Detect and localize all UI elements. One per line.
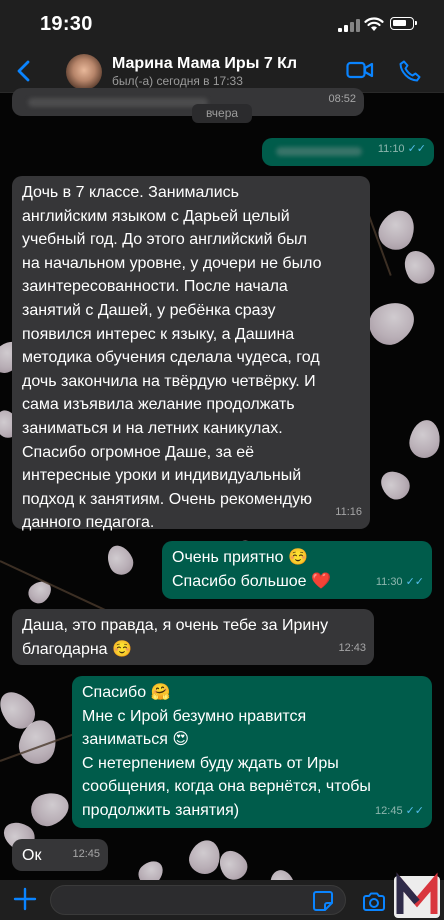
message-time: 12:45 (72, 848, 100, 861)
sticker-icon[interactable] (312, 890, 334, 912)
message-time: 11:10 (377, 143, 405, 156)
message-bubble-incoming[interactable]: 08:52 (12, 88, 364, 116)
message-bubble-incoming[interactable]: Дочь в 7 классе. Занимались английским я… (12, 176, 370, 531)
last-seen-status: был(-а) сегодня в 17:33 (112, 74, 243, 88)
clock: 19:30 (40, 13, 93, 35)
message-time: 11:30 (375, 576, 403, 589)
message-bubble-incoming[interactable]: Ок 12:45 (12, 839, 108, 871)
back-chevron-icon[interactable] (12, 58, 38, 84)
date-separator: вчера (192, 104, 252, 123)
chat-header: Марина Мама Иры 7 Кл был(-а) сегодня в 1… (0, 50, 444, 93)
message-bubble-incoming[interactable]: Даша, это правда, я очень тебе за Ирину … (12, 609, 374, 665)
message-input[interactable] (50, 885, 346, 915)
wifi-icon (364, 17, 384, 31)
read-checkmarks-icon: ✓✓ (405, 805, 424, 818)
message-bubble-outgoing[interactable]: Спасибо 🤗 Мне с Ирой безумно нравится за… (72, 676, 432, 828)
status-bar: 19:30 (0, 0, 444, 50)
avatar[interactable] (66, 54, 102, 90)
message-time: 12:43 (338, 642, 366, 655)
contact-name[interactable]: Марина Мама Иры 7 Кл (112, 55, 297, 73)
cellular-signal-icon (338, 19, 360, 32)
camera-icon[interactable] (362, 892, 386, 912)
message-text: Дочь в 7 классе. Занимались английским я… (22, 184, 322, 532)
video-call-icon[interactable] (346, 60, 374, 80)
message-text: Спасибо 🤗 Мне с Ирой безумно нравится за… (82, 684, 371, 819)
message-bubble-outgoing[interactable]: Очень приятно ☺️ Спасибо большое ❤️ 11:3… (162, 541, 432, 599)
watermark-logo (394, 872, 440, 918)
message-text: Даша, это правда, я очень тебе за Ирину … (22, 617, 329, 658)
battery-icon (390, 17, 417, 30)
composer-bar (0, 880, 444, 920)
message-bubble-outgoing[interactable]: 11:10 ✓✓ (262, 138, 434, 166)
plus-icon[interactable] (12, 886, 38, 912)
message-time: 11:16 (335, 506, 362, 519)
read-checkmarks-icon: ✓✓ (407, 143, 426, 156)
message-time: 08:52 (328, 93, 356, 106)
phone-icon[interactable] (398, 59, 422, 83)
read-checkmarks-icon: ✓✓ (405, 576, 424, 589)
message-time: 12:45 (375, 805, 403, 818)
